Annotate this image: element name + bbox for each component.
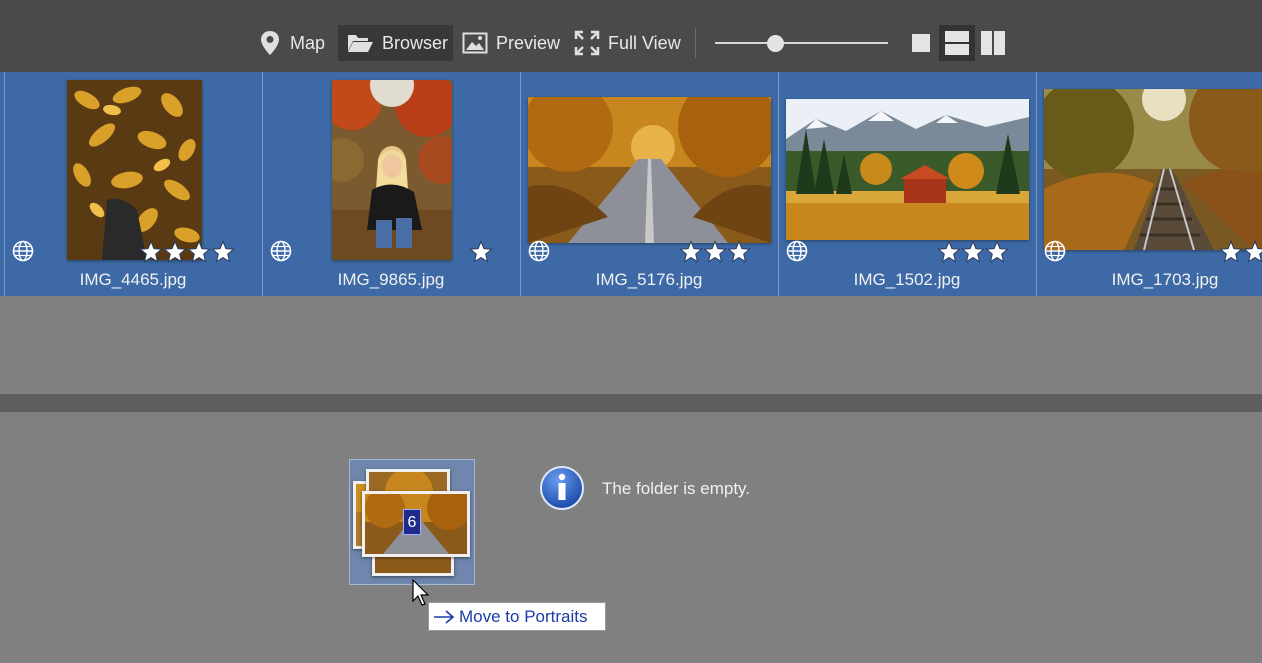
photo-thumbnail[interactable] <box>332 80 452 260</box>
star-icon[interactable] <box>1219 240 1243 264</box>
fullview-tab-label: Full View <box>608 32 681 53</box>
star-rating[interactable] <box>469 240 493 264</box>
thumbnail-filename: IMG_1502.jpg <box>853 270 961 289</box>
star-icon[interactable] <box>163 240 187 264</box>
thumbnail-cell[interactable]: IMG_4465.jpg <box>4 72 262 296</box>
preview-tab-label: Preview <box>496 32 561 53</box>
map-tab-label: Map <box>290 32 326 53</box>
arrow-right-icon <box>434 609 455 624</box>
star-icon[interactable] <box>139 240 163 264</box>
star-icon[interactable] <box>961 240 985 264</box>
photo-thumbnail[interactable] <box>67 80 202 260</box>
star-icon[interactable] <box>703 240 727 264</box>
thumbnail-filename: IMG_5176.jpg <box>595 270 703 289</box>
toolbar: Map Browser Preview Full View <box>0 0 1262 72</box>
star-icon[interactable] <box>469 240 493 264</box>
star-rating[interactable] <box>937 240 1009 264</box>
thumbnail-cell[interactable]: IMG_1703.jpg <box>1036 72 1262 296</box>
square-icon <box>912 34 930 52</box>
horizontal-split-icon <box>945 31 969 55</box>
browser-tab-label: Browser <box>382 32 449 53</box>
zoom-slider[interactable] <box>715 42 888 44</box>
photo-thumbnail[interactable] <box>786 99 1029 240</box>
thumbnail-cell[interactable]: IMG_1502.jpg <box>778 72 1036 296</box>
thumbnail-filename: IMG_1703.jpg <box>1111 270 1219 289</box>
thumbnail-strip: IMG_4465.jpg IMG_9865.jpg IMG_5176.jpg I… <box>0 72 1262 296</box>
photo-thumbnail[interactable] <box>1044 89 1262 250</box>
photo-thumbnail[interactable] <box>528 97 771 243</box>
preview-tab[interactable]: Preview <box>462 25 562 61</box>
folder-content-pane <box>0 412 1262 663</box>
zoom-slider-thumb[interactable] <box>767 35 785 52</box>
browser-tab[interactable]: Browser <box>338 25 453 61</box>
thumbnail-cell[interactable]: IMG_9865.jpg <box>262 72 520 296</box>
toolbar-separator <box>695 28 696 58</box>
star-rating[interactable] <box>679 240 751 264</box>
star-icon[interactable] <box>187 240 211 264</box>
thumbnail-filename: IMG_4465.jpg <box>79 270 187 289</box>
globe-icon <box>270 240 292 262</box>
drag-count-badge: 6 <box>403 509 421 535</box>
star-icon[interactable] <box>679 240 703 264</box>
star-rating[interactable] <box>1219 240 1262 264</box>
fullview-tab[interactable]: Full View <box>574 25 684 61</box>
folder-open-icon <box>348 35 373 52</box>
pane-splitter[interactable] <box>0 394 1262 412</box>
folder-empty-message: The folder is empty. <box>602 479 751 498</box>
star-icon[interactable] <box>211 240 235 264</box>
globe-icon <box>528 240 550 262</box>
drop-tooltip-text: Move to Portraits <box>459 606 588 626</box>
star-icon[interactable] <box>937 240 961 264</box>
globe-icon <box>1044 240 1066 262</box>
vertical-split-button[interactable] <box>975 25 1011 61</box>
star-icon[interactable] <box>727 240 751 264</box>
thumbnail-filename: IMG_9865.jpg <box>337 270 445 289</box>
star-icon[interactable] <box>1243 240 1262 264</box>
star-icon[interactable] <box>985 240 1009 264</box>
image-icon <box>462 32 488 54</box>
single-view-button[interactable] <box>903 25 939 61</box>
horizontal-split-button[interactable] <box>939 25 975 61</box>
info-icon <box>540 466 584 510</box>
drop-tooltip: Move to Portraits <box>428 602 606 631</box>
strip-empty-area <box>0 296 1262 394</box>
thumbnail-cell[interactable]: IMG_5176.jpg <box>520 72 778 296</box>
vertical-split-icon <box>981 31 1005 55</box>
map-tab[interactable]: Map <box>258 25 332 61</box>
globe-icon <box>12 240 34 262</box>
star-rating[interactable] <box>139 240 235 264</box>
map-pin-icon <box>261 31 279 55</box>
expand-icon <box>574 30 600 56</box>
globe-icon <box>786 240 808 262</box>
